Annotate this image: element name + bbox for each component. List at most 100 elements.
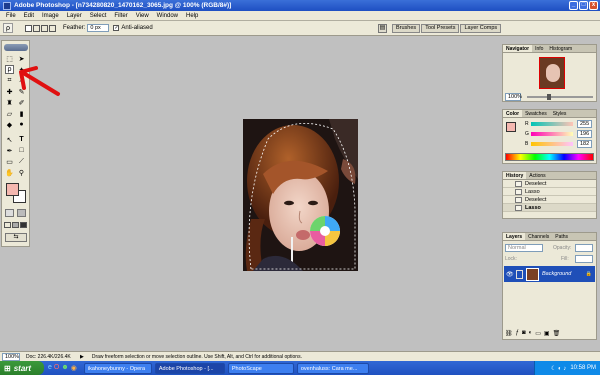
history-item[interactable]: Lasso — [503, 204, 596, 212]
history-item[interactable]: Deselect — [503, 196, 596, 204]
messenger-quicklaunch-icon[interactable]: ☻ — [61, 364, 68, 372]
screen-mode-full-icon[interactable] — [20, 222, 27, 228]
layer-brush-icon[interactable] — [516, 269, 523, 279]
channel-b-slider[interactable] — [531, 142, 573, 146]
channel-r-input[interactable]: 255 — [577, 120, 592, 128]
shape-tool-icon[interactable]: □ — [17, 146, 26, 155]
tab-actions[interactable]: Actions — [526, 172, 548, 179]
foreground-color-swatch[interactable] — [6, 183, 19, 196]
tray-icons[interactable]: ☾ ◐ ♪ — [551, 365, 566, 372]
navigator-zoom-input[interactable]: 100% — [505, 93, 522, 101]
menu-layer[interactable]: Layer — [63, 13, 86, 19]
tab-paths[interactable]: Paths — [552, 233, 571, 240]
tab-tool-presets[interactable]: Tool Presets — [421, 24, 460, 33]
marquee-tool-icon[interactable]: ⬚ — [5, 54, 14, 63]
blend-mode-select[interactable]: Normal — [505, 244, 543, 252]
menu-edit[interactable]: Edit — [20, 13, 38, 19]
jump-to-imageready-icon[interactable]: ⇆ — [5, 233, 27, 242]
blur-tool-icon[interactable]: ◆ — [5, 120, 14, 129]
navigator-slider-thumb[interactable] — [547, 94, 551, 100]
menu-view[interactable]: View — [132, 13, 153, 19]
new-layer-icon[interactable]: ▣ — [544, 330, 550, 337]
tab-navigator[interactable]: Navigator — [503, 45, 533, 52]
palette-well-icon[interactable]: ▤ — [378, 24, 387, 33]
navigator-zoom-slider[interactable] — [527, 94, 593, 100]
notes-tool-icon[interactable]: ▭ — [5, 157, 14, 166]
eraser-tool-icon[interactable]: ▱ — [5, 109, 14, 118]
menu-window[interactable]: Window — [153, 13, 182, 19]
taskbar-task[interactable]: Adobe Photoshop - [... — [154, 362, 225, 374]
healing-brush-icon[interactable]: ✚ — [5, 87, 14, 96]
fill-input[interactable] — [575, 255, 593, 263]
hand-tool-icon[interactable]: ✋ — [5, 168, 14, 177]
lasso-preset-icon[interactable]: ρ — [3, 23, 13, 33]
type-tool-icon[interactable]: T — [17, 135, 26, 144]
tab-swatches[interactable]: Swatches — [522, 110, 550, 117]
layer-row-background[interactable]: 👁 Background 🔒 — [504, 266, 595, 282]
menu-help[interactable]: Help — [182, 13, 202, 19]
color-spectrum-ramp[interactable] — [505, 153, 594, 161]
screen-mode-standard-icon[interactable] — [4, 222, 11, 228]
channel-b-input[interactable]: 182 — [577, 140, 592, 148]
layer-style-icon[interactable]: ƒ — [516, 330, 519, 337]
tab-histogram[interactable]: Histogram — [546, 45, 575, 52]
subtract-selection-icon[interactable] — [41, 24, 48, 32]
menu-image[interactable]: Image — [38, 13, 63, 19]
clone-stamp-icon[interactable]: ♜ — [5, 98, 14, 107]
standard-mode-icon[interactable] — [5, 209, 14, 217]
taskbar-task[interactable]: ikahoneybunny - Opera — [83, 362, 152, 374]
dodge-tool-icon[interactable]: ● — [17, 120, 26, 129]
channel-g-slider[interactable] — [531, 132, 573, 136]
document-canvas[interactable] — [243, 119, 358, 271]
ie-quicklaunch-icon[interactable]: e — [48, 364, 52, 372]
history-item[interactable]: Deselect — [503, 180, 596, 188]
tab-color[interactable]: Color — [503, 110, 523, 117]
intersect-selection-icon[interactable] — [49, 24, 56, 32]
taskbar-task[interactable]: ovenhaluss: Cara me... — [296, 362, 369, 374]
quickmask-mode-icon[interactable] — [17, 209, 26, 217]
tab-brushes[interactable]: Brushes — [392, 24, 421, 33]
tab-layer-comps[interactable]: Layer Comps — [460, 24, 502, 33]
adobe-online-icon[interactable] — [4, 44, 28, 51]
opera-quicklaunch-icon[interactable]: O — [54, 364, 59, 372]
status-arrow-icon[interactable]: ▶ — [80, 354, 84, 360]
tab-history[interactable]: History — [503, 172, 527, 179]
menu-filter[interactable]: Filter — [110, 13, 131, 19]
menu-select[interactable]: Select — [86, 13, 111, 19]
maximize-button[interactable]: □ — [579, 1, 588, 10]
navigator-thumbnail[interactable] — [539, 57, 565, 89]
firefox-quicklaunch-icon[interactable]: ◉ — [71, 364, 77, 372]
minimize-button[interactable]: _ — [569, 1, 578, 10]
feather-input[interactable]: 0 px — [87, 24, 110, 32]
close-button[interactable]: x — [589, 1, 598, 10]
menu-file[interactable]: File — [2, 13, 20, 19]
tab-styles[interactable]: Styles — [550, 110, 570, 117]
tab-layers[interactable]: Layers — [503, 233, 526, 240]
adjustment-layer-icon[interactable]: ◐ — [529, 330, 533, 337]
start-button[interactable]: ⊞ start — [0, 361, 44, 375]
layer-visibility-eye-icon[interactable]: 👁 — [506, 271, 514, 278]
eyedropper-tool-icon[interactable]: ⟋ — [17, 157, 26, 166]
color-foreground-swatch[interactable] — [506, 122, 516, 132]
tab-info[interactable]: Info — [532, 45, 546, 52]
path-selection-icon[interactable]: ↖ — [5, 135, 14, 144]
lasso-tool-icon[interactable]: ρ — [5, 65, 14, 74]
link-layers-icon[interactable]: ⛓ — [505, 330, 513, 337]
add-selection-icon[interactable] — [33, 24, 40, 32]
channel-r-slider[interactable] — [531, 122, 573, 126]
status-zoom-input[interactable]: 100% — [2, 352, 20, 361]
channel-g-input[interactable]: 196 — [577, 130, 592, 138]
crop-tool-icon[interactable]: ⌗ — [5, 76, 14, 85]
delete-layer-icon[interactable]: 🗑 — [553, 330, 561, 337]
antialias-checkbox[interactable]: ✓ — [113, 25, 120, 31]
zoom-tool-icon[interactable]: ⚲ — [17, 168, 26, 177]
move-tool-icon[interactable]: ➤ — [17, 54, 26, 63]
gradient-tool-icon[interactable]: ▮ — [17, 109, 26, 118]
opacity-input[interactable] — [575, 244, 593, 252]
new-selection-icon[interactable] — [25, 24, 32, 32]
tab-channels[interactable]: Channels — [525, 233, 552, 240]
layer-group-icon[interactable]: ▭ — [535, 330, 541, 337]
screen-mode-full-menu-icon[interactable] — [12, 222, 19, 228]
pen-tool-icon[interactable]: ✒ — [5, 146, 14, 155]
taskbar-task[interactable]: PhotoScape — [227, 362, 294, 374]
